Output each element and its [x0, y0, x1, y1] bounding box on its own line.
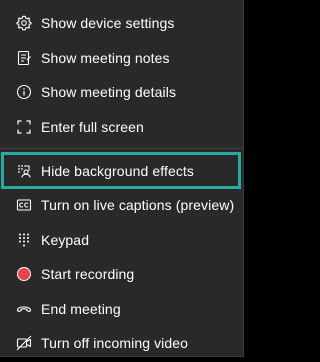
menu-item-show-device-settings[interactable]: Show device settings: [0, 6, 244, 40]
menu-item-hide-background-effects[interactable]: Hide background effects: [0, 154, 244, 188]
menu-item-turn-off-incoming-video[interactable]: Turn off incoming video: [0, 326, 244, 360]
menu-divider: [0, 148, 244, 149]
info-icon: [16, 84, 32, 100]
menu-item-show-meeting-details[interactable]: Show meeting details: [0, 75, 244, 109]
menu-item-end-meeting[interactable]: End meeting: [0, 292, 244, 326]
menu-item-label: Keypad: [41, 232, 90, 248]
video-off-icon: [16, 335, 32, 351]
gear-icon: [16, 15, 32, 31]
captions-icon: [16, 197, 32, 213]
menu-item-label: Hide background effects: [41, 163, 195, 179]
menu-item-label: Turn off incoming video: [41, 335, 189, 351]
menu-item-label: End meeting: [41, 301, 121, 317]
menu-item-start-recording[interactable]: Start recording: [0, 257, 244, 291]
end-call-icon: [16, 301, 32, 317]
menu-item-label: Show meeting notes: [41, 50, 170, 66]
fullscreen-icon: [16, 119, 32, 135]
record-icon: [16, 266, 32, 282]
notes-icon: [16, 50, 32, 66]
menu-item-label: Turn on live captions (preview): [41, 197, 235, 213]
menu-item-enter-full-screen[interactable]: Enter full screen: [0, 110, 244, 144]
menu-item-show-meeting-notes[interactable]: Show meeting notes: [0, 41, 244, 75]
menu-item-label: Show device settings: [41, 15, 175, 31]
keypad-icon: [16, 232, 32, 248]
menu-item-label: Start recording: [41, 266, 135, 282]
menu-item-label: Enter full screen: [41, 119, 144, 135]
menu-item-label: Show meeting details: [41, 84, 177, 100]
menu-item-turn-on-live-captions[interactable]: Turn on live captions (preview): [0, 188, 244, 222]
more-actions-menu: Show device settings Show meeting notes …: [0, 0, 244, 357]
menu-item-keypad[interactable]: Keypad: [0, 223, 244, 257]
background-effects-icon: [16, 163, 32, 179]
